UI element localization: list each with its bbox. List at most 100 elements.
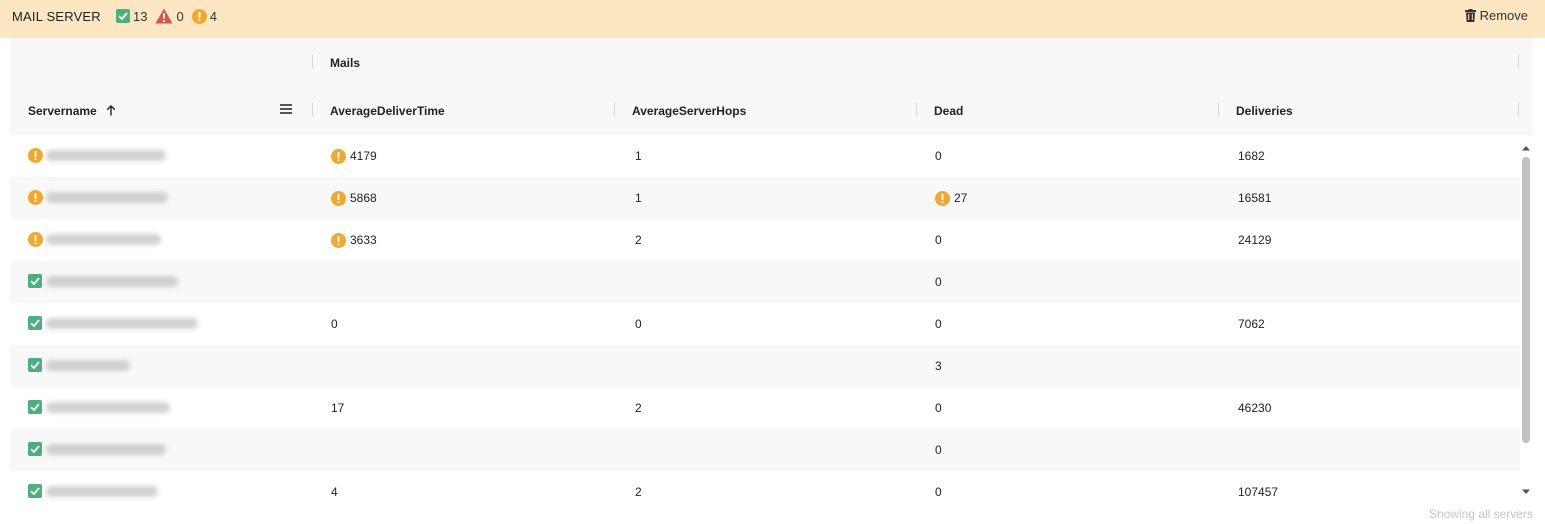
table-row[interactable]: 4 2 0 107457: [10, 471, 1520, 513]
cell-dead-value: 27: [954, 191, 968, 205]
table-row[interactable]: 3633 2 0 24129: [10, 219, 1520, 261]
cell-dead: 0: [935, 303, 942, 345]
table-row[interactable]: 4179 1 0 1682: [10, 135, 1520, 177]
table-row[interactable]: 0: [10, 261, 1520, 303]
table-footer-status: Showing all servers: [1428, 507, 1533, 521]
cell-deliveries: 7062: [1238, 303, 1265, 345]
cell-deliveries-value: 46230: [1238, 401, 1272, 415]
warning-count-badge: 4: [191, 8, 217, 24]
remove-label: Remove: [1479, 8, 1528, 23]
cell-deliveries-value: 107457: [1238, 485, 1279, 499]
cell-avg-deliver-time: 17: [331, 387, 344, 429]
cell-avg-deliver-time-value: 0: [331, 317, 338, 331]
cell-dead-value: 0: [935, 275, 942, 289]
servername-redacted: [46, 318, 198, 329]
scroll-down-arrow-icon[interactable]: [1521, 488, 1531, 496]
ok-count-badge: 13: [116, 9, 147, 24]
scrollbar-thumb[interactable]: [1522, 157, 1530, 443]
cell-avg-deliver-time: 4: [331, 471, 338, 513]
column-header-avg-deliver-time[interactable]: AverageDeliverTime: [330, 104, 445, 118]
cell-avg-server-hops-value: 2: [635, 401, 642, 415]
cell-avg-server-hops-value: 0: [635, 317, 642, 331]
server-table: Mails Servername AverageDeliverTime Aver…: [10, 38, 1533, 513]
cell-dead: 0: [935, 387, 942, 429]
cell-avg-server-hops: 2: [635, 219, 642, 261]
cell-dead-value: 0: [935, 485, 942, 499]
column-header-deliveries[interactable]: Deliveries: [1236, 104, 1293, 118]
cell-avg-deliver-time: 5868: [331, 177, 377, 219]
warning-icon: [331, 190, 346, 206]
cell-avg-server-hops: 1: [635, 135, 642, 177]
trash-icon: [1464, 9, 1476, 22]
servername-redacted: [46, 360, 130, 371]
table-row[interactable]: 0 0 0 7062: [10, 303, 1520, 345]
cell-avg-deliver-time: 4179: [331, 135, 377, 177]
cell-dead-value: 0: [935, 401, 942, 415]
error-triangle-icon: [155, 8, 173, 24]
cell-dead-value: 0: [935, 149, 942, 163]
cell-avg-deliver-time-value: 3633: [350, 233, 377, 247]
check-icon: [28, 316, 42, 333]
header-separator: [916, 103, 917, 117]
table-body: 4179 1 0 1682 5868 1 27 16581 3633 2 0 24129 0 0 0 0 706…: [10, 135, 1520, 513]
cell-avg-deliver-time-value: 4179: [350, 149, 377, 163]
table-row[interactable]: 5868 1 27 16581: [10, 177, 1520, 219]
cell-dead: 0: [935, 135, 942, 177]
cell-deliveries: 46230: [1238, 387, 1271, 429]
warning-icon: [191, 8, 207, 24]
check-icon: [28, 400, 42, 417]
cell-avg-server-hops-value: 1: [635, 149, 642, 163]
header-separator: [1218, 103, 1219, 117]
scroll-up-arrow-icon[interactable]: [1521, 144, 1531, 152]
table-row[interactable]: 3: [10, 345, 1520, 387]
cell-avg-deliver-time-value: 17: [331, 401, 345, 415]
cell-deliveries-value: 1682: [1238, 149, 1265, 163]
servername-redacted: [46, 486, 158, 497]
header-separator: [1518, 103, 1519, 117]
cell-avg-server-hops: 1: [635, 177, 642, 219]
column-header-servername[interactable]: Servername: [28, 104, 116, 118]
cell-dead: 3: [935, 345, 942, 387]
cell-avg-deliver-time-value: 5868: [350, 191, 377, 205]
cell-avg-deliver-time: 0: [331, 303, 338, 345]
widget-title: MAIL SERVER: [12, 9, 101, 24]
column-label-servername: Servername: [28, 104, 97, 118]
table-row[interactable]: 0: [10, 429, 1520, 471]
warning-icon: [28, 190, 43, 208]
check-icon: [28, 274, 42, 291]
cell-avg-server-hops-value: 2: [635, 233, 642, 247]
servername-redacted: [46, 150, 166, 161]
header-separator: [312, 55, 313, 69]
arrow-up-icon[interactable]: [106, 105, 116, 116]
cell-deliveries-value: 16581: [1238, 191, 1272, 205]
warning-icon: [28, 148, 43, 166]
cell-dead-value: 3: [935, 359, 942, 373]
table-header: Mails Servername AverageDeliverTime Aver…: [10, 38, 1533, 135]
header-separator: [1518, 55, 1519, 69]
cell-dead: 0: [935, 471, 942, 513]
cell-dead: 0: [935, 219, 942, 261]
cell-deliveries-value: 7062: [1238, 317, 1265, 331]
group-header-mails: Mails: [330, 56, 361, 70]
remove-button[interactable]: Remove: [1464, 8, 1528, 23]
warning-icon: [331, 148, 346, 164]
cell-avg-deliver-time: 3633: [331, 219, 377, 261]
menu-icon[interactable]: [280, 104, 292, 114]
check-icon: [116, 9, 130, 23]
cell-dead-value: 0: [935, 317, 942, 331]
column-header-avg-server-hops[interactable]: AverageServerHops: [632, 104, 746, 118]
error-count: 0: [176, 8, 184, 24]
servername-redacted: [46, 444, 166, 455]
servername-redacted: [46, 276, 178, 287]
check-icon: [28, 442, 42, 459]
cell-avg-server-hops: 2: [635, 387, 642, 429]
warning-icon: [331, 232, 346, 248]
cell-deliveries: 16581: [1238, 177, 1271, 219]
table-row[interactable]: 17 2 0 46230: [10, 387, 1520, 429]
cell-dead: 0: [935, 429, 942, 471]
column-header-dead[interactable]: Dead: [934, 104, 963, 118]
check-icon: [28, 484, 42, 501]
cell-dead-value: 0: [935, 443, 942, 457]
cell-deliveries: 1682: [1238, 135, 1265, 177]
cell-dead: 27: [935, 177, 967, 219]
